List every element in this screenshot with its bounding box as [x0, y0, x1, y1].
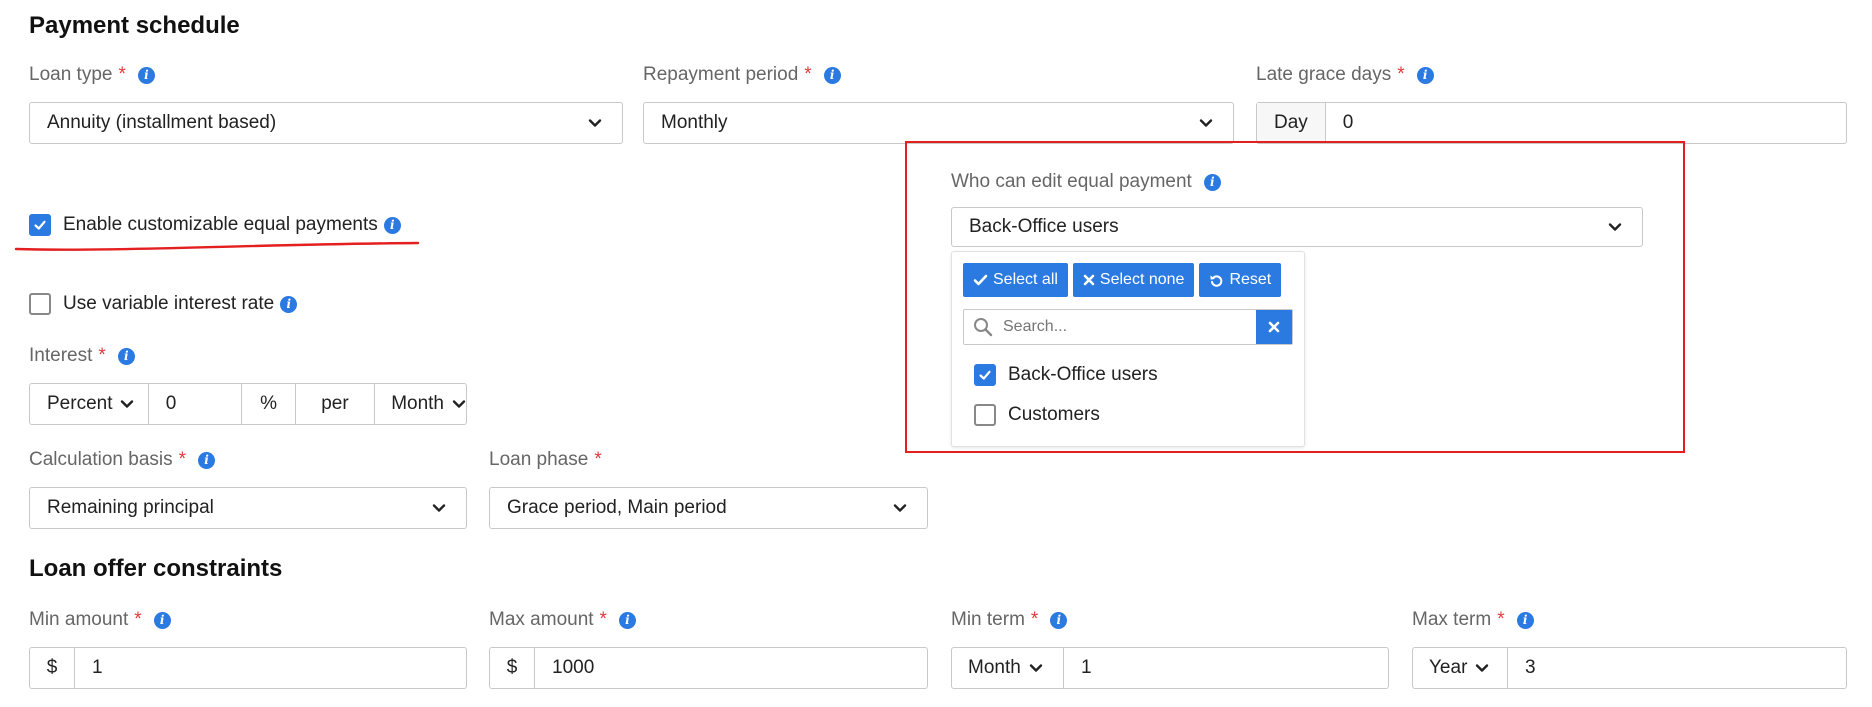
calculation-basis-label: Calculation basis * i	[29, 449, 216, 471]
min-amount-input[interactable]: 1	[75, 648, 120, 688]
min-term-label: Min term * i	[951, 609, 1068, 631]
info-icon[interactable]: i	[117, 347, 135, 365]
info-icon[interactable]: i	[1516, 611, 1534, 629]
min-amount-label: Min amount * i	[29, 609, 171, 631]
info-icon[interactable]: i	[137, 66, 155, 84]
info-icon[interactable]: i	[153, 611, 171, 629]
currency-addon: $	[30, 648, 75, 688]
search-icon	[974, 318, 993, 337]
late-grace-days-field: Day 0	[1256, 102, 1847, 144]
day-unit-addon: Day	[1257, 103, 1326, 143]
use-variable-interest-rate[interactable]: Use variable interest rate i	[29, 293, 298, 315]
info-icon[interactable]: i	[280, 295, 298, 313]
option-back-office-users[interactable]: Back-Office users	[974, 364, 1158, 386]
loan-type-label: Loan type * i	[29, 64, 155, 86]
info-icon[interactable]: i	[823, 66, 841, 84]
max-amount-label: Max amount * i	[489, 609, 636, 631]
who-can-edit-select[interactable]: Back-Office users	[951, 207, 1643, 247]
info-icon[interactable]: i	[618, 611, 636, 629]
currency-addon: $	[490, 648, 535, 688]
max-amount-input[interactable]: 1000	[535, 648, 611, 688]
loan-offer-constraints-heading: Loan offer constraints	[29, 555, 283, 582]
info-icon[interactable]: i	[1203, 173, 1221, 191]
red-underline-annotation	[14, 241, 420, 251]
calculation-basis-select[interactable]: Remaining principal	[29, 487, 467, 529]
chevron-down-icon	[1608, 220, 1622, 234]
loan-phase-select[interactable]: Grace period, Main period	[489, 487, 928, 529]
info-icon[interactable]: i	[1050, 611, 1068, 629]
max-term-field: Year 3	[1412, 647, 1847, 689]
chevron-down-icon	[432, 501, 446, 515]
late-grace-days-label: Late grace days * i	[1256, 64, 1434, 86]
dropdown-actions: Select all Select none Reset	[963, 263, 1282, 297]
checkbox-checked[interactable]	[974, 364, 996, 386]
check-icon	[973, 274, 988, 286]
check-icon	[978, 368, 992, 382]
checkbox-checked[interactable]	[29, 214, 51, 236]
min-amount-field: $ 1	[29, 647, 467, 689]
dropdown-search	[963, 309, 1293, 345]
loan-type-select[interactable]: Annuity (installment based)	[29, 102, 623, 144]
max-term-input[interactable]: 3	[1508, 648, 1553, 688]
clear-search-button[interactable]	[1256, 310, 1292, 344]
checkbox-unchecked[interactable]	[29, 293, 51, 315]
interest-label: Interest * i	[29, 345, 135, 367]
interest-field: Percent 0 % per Month	[29, 383, 467, 425]
max-term-label: Max term * i	[1412, 609, 1534, 631]
payment-schedule-heading: Payment schedule	[29, 12, 240, 39]
repayment-period-select[interactable]: Monthly	[643, 102, 1234, 144]
check-icon	[33, 218, 47, 232]
search-input[interactable]	[1001, 311, 1256, 343]
min-term-input[interactable]: 1	[1064, 648, 1109, 688]
chevron-down-icon	[1199, 116, 1213, 130]
option-customers[interactable]: Customers	[974, 404, 1100, 426]
per-addon: per	[296, 384, 376, 424]
chevron-down-icon	[452, 397, 466, 411]
who-can-edit-dropdown: Select all Select none Reset Back-Office…	[951, 251, 1305, 447]
max-term-unit-select[interactable]: Year	[1413, 648, 1508, 688]
close-icon	[1268, 321, 1280, 333]
max-amount-field: $ 1000	[489, 647, 928, 689]
loan-phase-label: Loan phase *	[489, 449, 602, 470]
info-icon[interactable]: i	[1416, 66, 1434, 84]
min-term-unit-select[interactable]: Month	[952, 648, 1064, 688]
close-icon	[1083, 274, 1095, 286]
percent-addon: %	[242, 384, 296, 424]
enable-custom-equal-payments[interactable]: Enable customizable equal payments i	[29, 214, 401, 236]
select-all-button[interactable]: Select all	[963, 263, 1068, 297]
interest-period-select[interactable]: Month	[375, 384, 466, 424]
chevron-down-icon	[1475, 661, 1489, 675]
late-grace-days-input[interactable]: 0	[1326, 103, 1371, 143]
interest-value-input[interactable]: 0	[149, 384, 243, 424]
info-icon[interactable]: i	[383, 216, 401, 234]
chevron-down-icon	[1029, 661, 1043, 675]
chevron-down-icon	[120, 397, 134, 411]
interest-type-select[interactable]: Percent	[30, 384, 149, 424]
repayment-period-label: Repayment period * i	[643, 64, 841, 86]
undo-icon	[1210, 274, 1223, 287]
who-can-edit-label: Who can edit equal payment i	[951, 171, 1221, 193]
chevron-down-icon	[588, 116, 602, 130]
info-icon[interactable]: i	[198, 451, 216, 469]
reset-button[interactable]: Reset	[1199, 263, 1282, 297]
min-term-field: Month 1	[951, 647, 1389, 689]
chevron-down-icon	[893, 501, 907, 515]
select-none-button[interactable]: Select none	[1072, 263, 1195, 297]
checkbox-unchecked[interactable]	[974, 404, 996, 426]
